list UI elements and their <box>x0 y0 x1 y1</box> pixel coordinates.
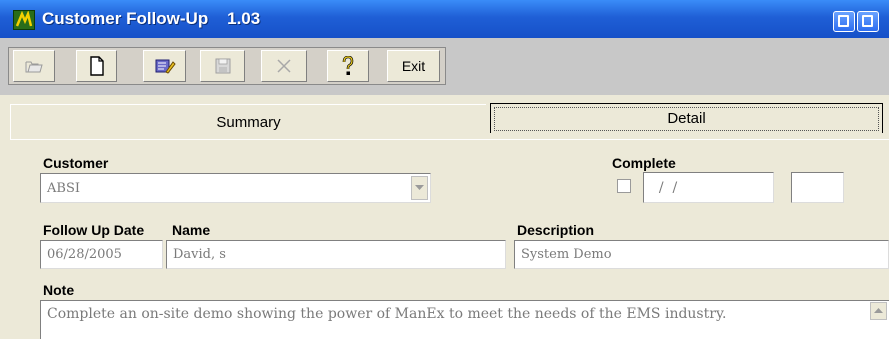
customer-value: ABSI <box>47 180 80 196</box>
complete-checkbox[interactable] <box>617 179 631 193</box>
complete-label: Complete <box>612 155 676 171</box>
delete-icon <box>277 59 291 73</box>
open-folder-icon <box>25 61 43 73</box>
open-button[interactable] <box>13 50 55 82</box>
complete-date-field[interactable]: / / <box>643 172 774 203</box>
exit-label: Exit <box>401 58 426 74</box>
tab-summary[interactable]: Summary <box>10 104 486 140</box>
chevron-up-icon <box>874 308 883 313</box>
window-title: Customer Follow-Up 1.03 <box>42 9 261 28</box>
customer-label: Customer <box>43 155 109 171</box>
edit-button[interactable] <box>143 50 186 82</box>
save-icon <box>215 58 230 74</box>
minimize-button[interactable] <box>833 11 855 32</box>
minimize-icon <box>838 15 849 27</box>
tab-focus-rect <box>494 107 879 131</box>
note-scroll-up-button[interactable] <box>870 302 887 320</box>
followup-date-label: Follow Up Date <box>43 222 145 238</box>
save-button[interactable] <box>200 50 245 82</box>
new-button[interactable] <box>76 50 117 82</box>
toolbar-button-group: Exit <box>8 47 446 85</box>
edit-icon <box>155 59 176 74</box>
maximize-icon <box>862 15 873 27</box>
complete-extra-field[interactable] <box>791 172 844 203</box>
new-document-icon <box>89 56 104 76</box>
help-button[interactable] <box>327 50 369 82</box>
combo-dropdown-button[interactable] <box>411 176 428 200</box>
tab-detail[interactable]: Detail <box>490 103 883 133</box>
description-field[interactable]: System Demo <box>514 240 889 269</box>
title-bar: Customer Follow-Up 1.03 <box>0 0 889 38</box>
toolbar: Exit <box>0 38 889 95</box>
note-label: Note <box>43 282 75 298</box>
name-label: Name <box>172 222 211 238</box>
tab-divider <box>10 139 889 140</box>
app-icon[interactable] <box>13 10 35 30</box>
exit-button[interactable]: Exit <box>387 50 440 82</box>
maximize-button[interactable] <box>857 11 879 32</box>
delete-button[interactable] <box>261 50 307 82</box>
followup-date-field[interactable]: 06/28/2005 <box>40 240 163 269</box>
help-icon <box>342 56 354 75</box>
customer-combo[interactable]: ABSI <box>40 173 431 203</box>
chevron-down-icon <box>415 185 424 190</box>
note-textarea[interactable]: Complete an on-site demo showing the pow… <box>40 300 889 339</box>
description-label: Description <box>517 222 595 238</box>
name-field[interactable]: David, s <box>166 240 506 269</box>
